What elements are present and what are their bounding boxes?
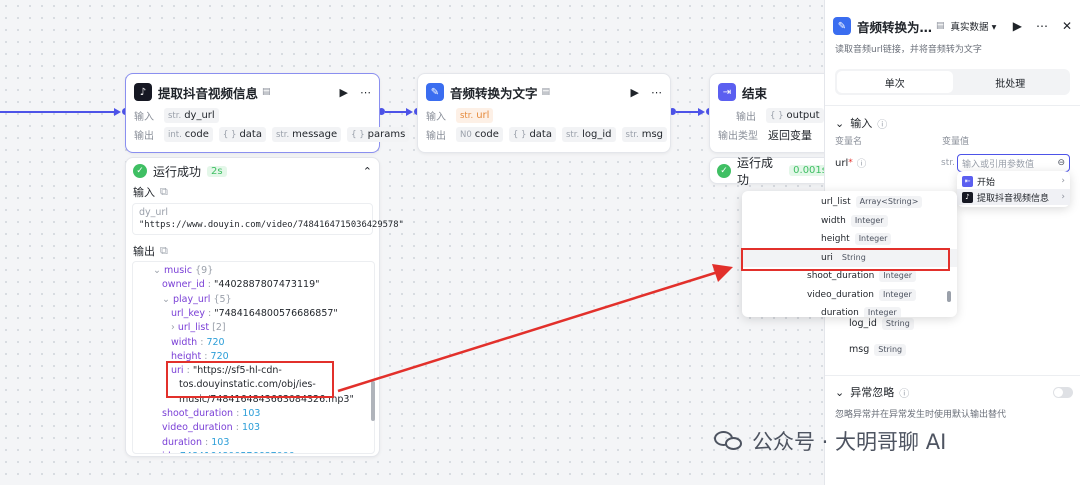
watermark: 公众号 · 大明哥聊 AI <box>714 426 946 456</box>
annotation-arrow <box>337 264 733 393</box>
wechat-icon <box>714 429 744 453</box>
